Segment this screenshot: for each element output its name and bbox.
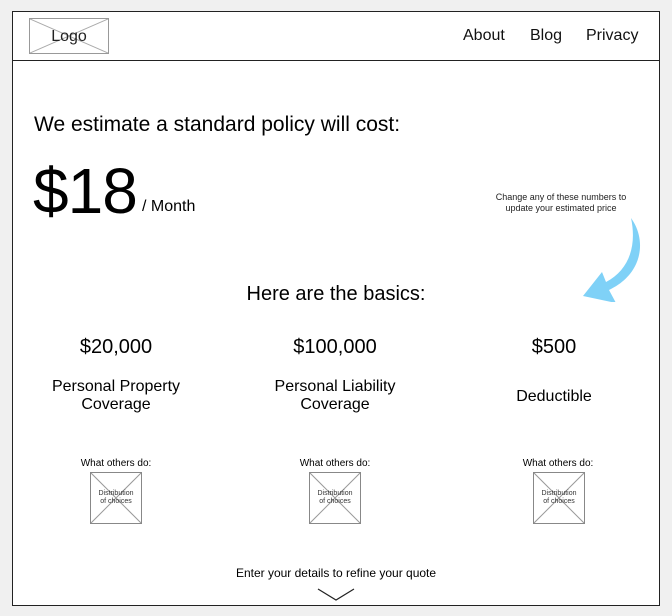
site-header: Logo About Blog Privacy (13, 12, 659, 61)
label-line: Coverage (81, 396, 151, 413)
estimate-headline: We estimate a standard policy will cost: (34, 113, 401, 136)
distribution-placeholder: Distribution of choices (309, 472, 361, 524)
nav-blog[interactable]: Blog (530, 27, 562, 45)
liability-coverage-label: Personal Liability Coverage (250, 378, 420, 414)
liability-coverage-value[interactable]: $100,000 (250, 336, 420, 359)
property-coverage-value[interactable]: $20,000 (31, 336, 201, 359)
basics-title: Here are the basics: (246, 283, 426, 305)
label-line: Deductible (516, 388, 592, 405)
deductible-value[interactable]: $500 (469, 336, 639, 359)
placeholder-line: Distribution (541, 490, 577, 497)
placeholder-text: Distribution of choices (91, 490, 141, 506)
change-hint: Change any of these numbers to update yo… (481, 192, 641, 214)
placeholder-text: Distribution of choices (534, 490, 584, 506)
placeholder-line: of choices (543, 498, 575, 505)
refine-quote-text: Enter your details to refine your quote (235, 566, 437, 580)
placeholder-line: of choices (100, 498, 132, 505)
hint-line-2: update your estimated price (505, 203, 617, 213)
distribution-placeholder: Distribution of choices (533, 472, 585, 524)
page-frame: Logo About Blog Privacy We estimate a st… (12, 11, 660, 606)
property-coverage-label: Personal Property Coverage (31, 378, 201, 414)
nav-privacy[interactable]: Privacy (586, 27, 638, 45)
placeholder-text: Distribution of choices (310, 490, 360, 506)
others-label: What others do: (522, 458, 594, 469)
placeholder-line: Distribution (317, 490, 353, 497)
logo-text: Logo (51, 28, 87, 45)
estimated-price: $18 (33, 155, 138, 227)
label-line: Coverage (300, 396, 370, 413)
others-label: What others do: (80, 458, 152, 469)
hint-line-1: Change any of these numbers to (495, 192, 627, 202)
deductible-label: Deductible (469, 388, 639, 406)
nav-about[interactable]: About (463, 27, 505, 45)
distribution-placeholder: Distribution of choices (90, 472, 142, 524)
others-label: What others do: (299, 458, 371, 469)
label-line: Personal Property (51, 378, 181, 395)
logo[interactable]: Logo (29, 18, 109, 54)
chevron-down-icon[interactable] (317, 587, 355, 603)
price-period: / Month (142, 198, 196, 215)
placeholder-line: Distribution (98, 490, 134, 497)
label-line: Personal Liability (274, 378, 396, 395)
placeholder-line: of choices (319, 498, 351, 505)
